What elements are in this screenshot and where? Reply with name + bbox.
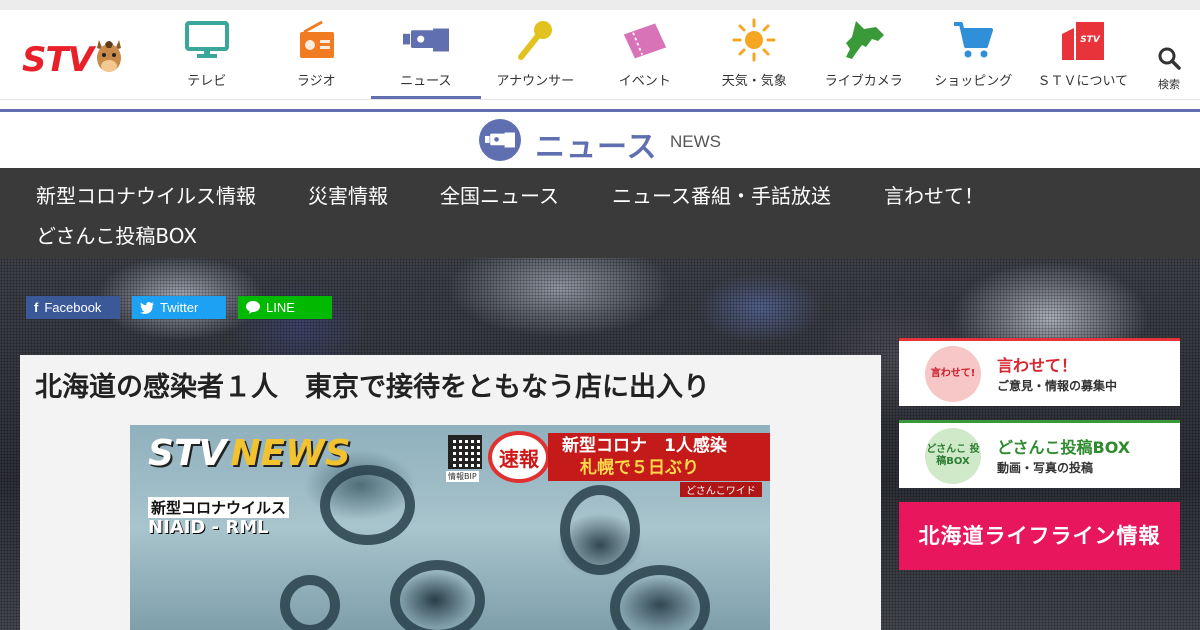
subnav-item-national[interactable]: 全国ニュース (440, 180, 559, 209)
banner-subtext: ご意見・情報の募集中 (997, 379, 1118, 393)
banner-line1: 新型コロナ 1人感染 (562, 436, 727, 456)
main-nav: テレビ ラジオ ニュース アナウンサー イベント 天気・気象 ライブカメラ ショ… (152, 10, 1138, 99)
news-subnav: 新型コロナウイルス情報 災害情報 全国ニュース ニュース番組・手話放送 言わせて… (0, 168, 1200, 258)
top-strip (0, 0, 1200, 10)
section-header: ニュース NEWS (0, 112, 1200, 168)
nav-label: アナウンサー (496, 74, 575, 89)
nav-item-about[interactable]: STV ＳＴＶについて (1028, 10, 1138, 99)
nav-item-tv[interactable]: テレビ (152, 10, 262, 99)
image-credit: NIAID - RML (148, 517, 269, 538)
subnav-item-iwasete[interactable]: 言わせて！ (884, 180, 984, 209)
article-image[interactable]: STV NEWS 情報BIP 速報 新型コロナ 1人感染 札幌で５日ぶり どさんこ… (130, 425, 770, 630)
search-label: 検索 (1158, 78, 1180, 91)
banner-subtext: 動画・写真の投稿 (997, 461, 1094, 475)
program-tag: どさんこワイド (680, 482, 762, 497)
share-label: Twitter (160, 300, 199, 315)
virus-particle (280, 575, 340, 630)
banner-line2: 札幌で５日ぶり (580, 458, 699, 478)
sun-icon (731, 18, 777, 62)
nav-label: ニュース (400, 74, 452, 89)
nav-label: ラジオ (296, 74, 336, 89)
facebook-icon: f (34, 300, 39, 315)
logo-text: STV (22, 40, 94, 80)
section-title-ja: ニュース (535, 130, 658, 165)
nav-label: テレビ (187, 74, 227, 89)
virus-particle (320, 465, 415, 545)
share-label: Facebook (44, 300, 102, 315)
nav-label: ショッピング (934, 74, 1013, 89)
nav-label: ライブカメラ (824, 74, 903, 89)
nav-item-radio[interactable]: ラジオ (262, 10, 372, 99)
breaking-badge: 速報 (488, 431, 550, 483)
horse-mascot-icon (97, 40, 121, 72)
subnav-item-dosanko-box[interactable]: どさんこ投稿BOX (36, 220, 197, 249)
header-divider (0, 99, 1200, 112)
nav-item-event[interactable]: イベント (590, 10, 700, 99)
article-card: 北海道の感染者１人 東京で接待をともなう店に出入り STV NEWS 情報BIP … (20, 355, 881, 630)
nav-item-announcer[interactable]: アナウンサー (481, 10, 591, 99)
nav-item-news[interactable]: ニュース (371, 10, 481, 99)
nav-item-shopping[interactable]: ショッピング (919, 10, 1029, 99)
site-header: STV テレビ ラジオ ニュース アナウンサー イベント 天気・気象 ライブカメ… (0, 10, 1200, 99)
twitter-icon (140, 301, 154, 314)
breaking-banner: 新型コロナ 1人感染 札幌で５日ぶり (548, 433, 770, 481)
qr-label: 情報BIP (446, 471, 479, 482)
news-camera-icon (479, 119, 521, 161)
radio-icon (293, 20, 339, 60)
virus-particle (560, 485, 640, 575)
nav-item-livecam[interactable]: ライブカメラ (809, 10, 919, 99)
line-icon (246, 301, 260, 314)
microphone-icon (512, 20, 558, 60)
dosanko-box-icon: どさんこ 投稿BOX (925, 428, 981, 484)
twitter-share-button[interactable]: Twitter (132, 296, 226, 319)
building-icon: STV (1060, 20, 1106, 60)
virus-particle (610, 565, 710, 630)
line-share-button[interactable]: LINE (238, 296, 332, 319)
nav-item-weather[interactable]: 天気・気象 (700, 10, 810, 99)
article-title: 北海道の感染者１人 東京で接待をともなう店に出入り (35, 372, 710, 403)
banner-heading: どさんこ投稿BOX (997, 438, 1131, 457)
nav-label: 天気・気象 (721, 74, 787, 89)
share-label: LINE (266, 300, 295, 315)
facebook-share-button[interactable]: f Facebook (26, 296, 120, 319)
hokkaido-icon (841, 20, 887, 60)
banner-heading: 言わせて！ (997, 356, 1078, 375)
image-caption: 新型コロナウイルス (148, 497, 290, 518)
subnav-item-programs[interactable]: ニュース番組・手話放送 (612, 180, 831, 209)
virus-particle (390, 560, 485, 630)
nav-label: ＳＴＶについて (1037, 74, 1129, 89)
stv-news-logo: STV NEWS (148, 433, 351, 474)
search-button[interactable]: 検索 (1154, 46, 1184, 92)
tv-icon (184, 20, 230, 60)
subnav-item-corona[interactable]: 新型コロナウイルス情報 (36, 180, 256, 209)
stv-logo[interactable]: STV (20, 34, 125, 86)
search-icon (1158, 47, 1181, 70)
subnav-item-disaster[interactable]: 災害情報 (308, 180, 388, 209)
qr-code-icon (448, 435, 482, 469)
dosanko-box-banner[interactable]: どさんこ 投稿BOX どさんこ投稿BOX 動画・写真の投稿 (899, 420, 1180, 488)
news-camera-icon (402, 20, 449, 60)
banner-heading: 北海道ライフライン情報 (918, 524, 1161, 548)
cart-icon (950, 20, 996, 60)
svg-text:STV: STV (1080, 35, 1101, 45)
ticket-icon (622, 20, 668, 60)
section-title-en: NEWS (670, 132, 721, 151)
iwasete-banner[interactable]: 言わせて! 言わせて！ ご意見・情報の募集中 (899, 338, 1180, 406)
nav-label: イベント (618, 74, 671, 89)
lifeline-banner[interactable]: 北海道ライフライン情報 (899, 502, 1180, 570)
megaphone-icon: 言わせて! (925, 346, 981, 402)
